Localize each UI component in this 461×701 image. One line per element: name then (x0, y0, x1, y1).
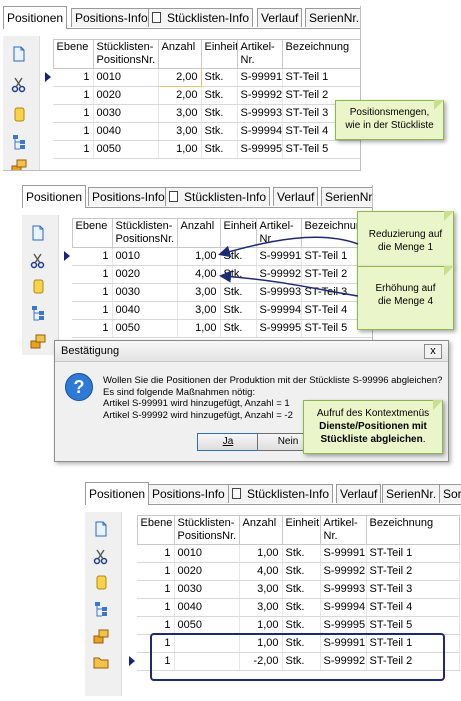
tab-positionen[interactable]: Positionen (3, 6, 68, 29)
arrow-erhoehung (219, 270, 359, 297)
tab-positionen[interactable]: Positionen (85, 482, 150, 505)
arrow-reduzierung (218, 236, 359, 258)
tab-positionen[interactable]: Positionen (22, 185, 87, 208)
annotation-arrows (218, 236, 359, 297)
